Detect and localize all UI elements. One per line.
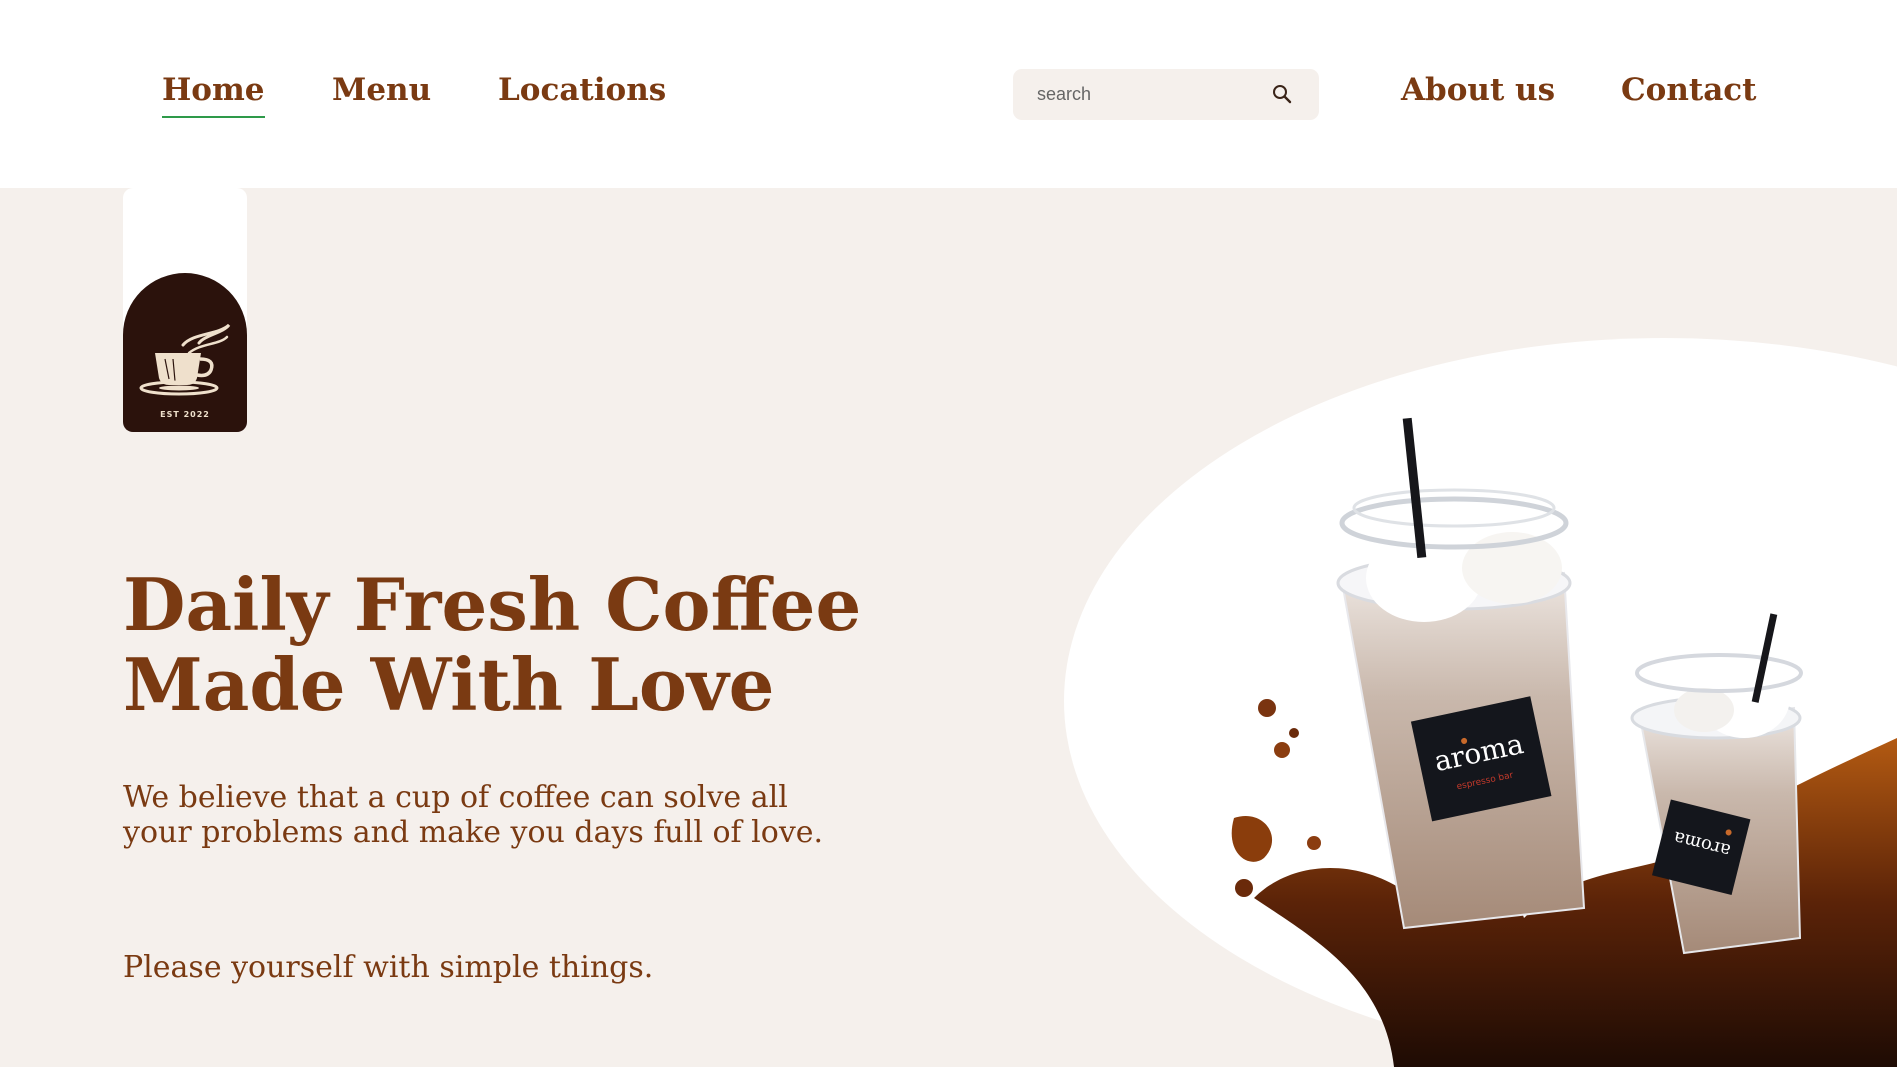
page: Home Menu Locations About us Contact: [0, 0, 1897, 1067]
nav-locations-link[interactable]: Locations: [498, 72, 666, 109]
logo-est-text: EST 2022: [160, 410, 210, 419]
large-cup-graphic: aroma espresso bar: [1336, 417, 1586, 930]
brand-logo[interactable]: EST 2022: [123, 273, 247, 432]
hero-headline-line1: Daily Fresh Coffee: [123, 562, 862, 647]
search-input[interactable]: [1037, 69, 1267, 120]
search-icon[interactable]: [1272, 84, 1293, 105]
hero-headline: Daily Fresh Coffee Made With Love: [123, 565, 883, 725]
iced-coffee-product-image: aroma espresso bar aroma: [1231, 417, 1897, 1067]
nav-about-link[interactable]: About us: [1401, 72, 1555, 109]
hero-tagline-line1: We believe that a cup of coffee can solv…: [123, 780, 788, 815]
hero-tagline-line2: your problems and make you days full of …: [123, 815, 824, 850]
search-box: [1013, 69, 1319, 120]
nav-contact-link[interactable]: Contact: [1621, 72, 1757, 109]
nav-menu-link[interactable]: Menu: [332, 72, 431, 109]
nav-home-link[interactable]: Home: [162, 72, 265, 119]
hero-headline-line2: Made With Love: [123, 642, 775, 727]
hero-secondary-tagline: Please yourself with simple things.: [123, 950, 654, 985]
coffee-cup-icon: [139, 323, 231, 396]
site-header: Home Menu Locations About us Contact: [0, 0, 1897, 188]
hero-tagline: We believe that a cup of coffee can solv…: [123, 780, 843, 850]
